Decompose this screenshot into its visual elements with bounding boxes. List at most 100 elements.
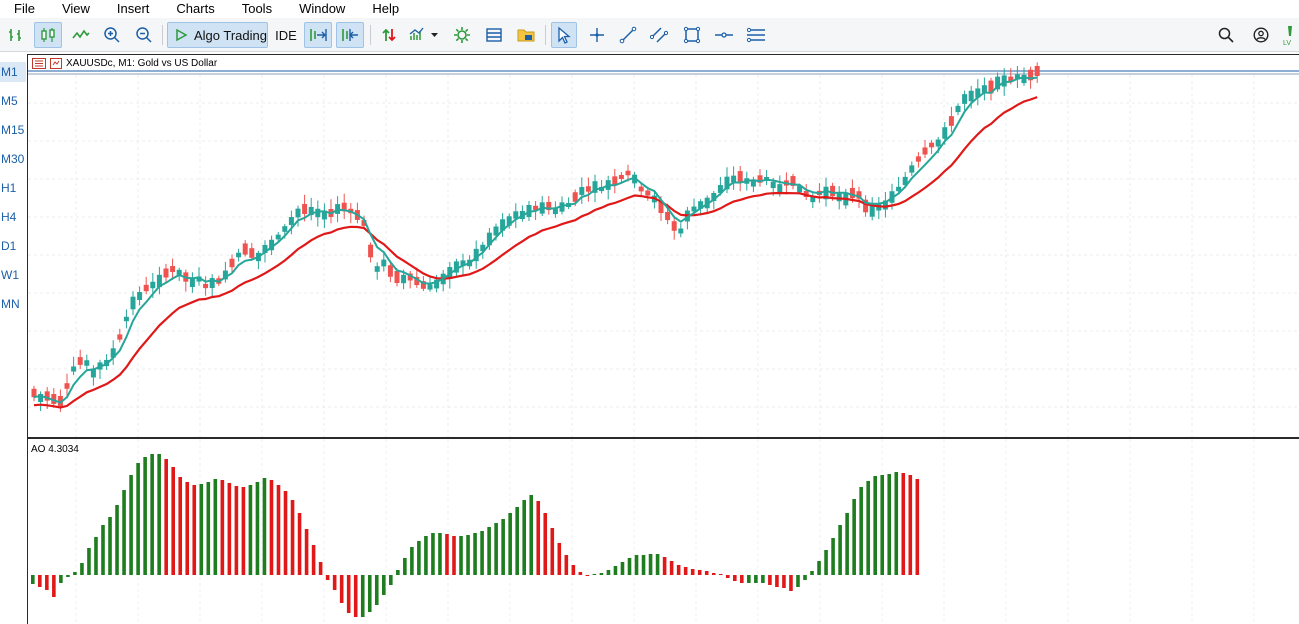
menu-tools[interactable]: Tools	[242, 0, 272, 18]
candle-body	[163, 268, 169, 278]
ao-histogram-bar	[550, 528, 555, 575]
ao-histogram-bar	[578, 572, 583, 575]
ao-histogram-bar	[192, 485, 197, 575]
candle-body	[427, 284, 433, 290]
ao-histogram-bar	[248, 485, 253, 575]
chart-window[interactable]: XAUUSDc, M1: Gold vs US Dollar AO 4.3034	[27, 54, 1299, 624]
ao-histogram-bar	[501, 519, 505, 575]
ao-histogram-bar	[641, 555, 646, 575]
timeframe-d1[interactable]: D1	[0, 236, 26, 256]
chart-shift-button[interactable]	[304, 22, 332, 48]
ao-histogram-bar	[199, 484, 204, 575]
ao-histogram-bar	[915, 479, 920, 575]
menu-insert[interactable]: Insert	[117, 0, 150, 18]
candle-body	[71, 366, 77, 372]
toolbar-separator	[370, 25, 371, 45]
candle-body	[948, 116, 954, 126]
ao-histogram-bar	[122, 490, 126, 575]
candle-body	[929, 142, 935, 148]
metatrader-window: File View Insert Charts Tools Window Hel…	[0, 0, 1299, 624]
ide-button[interactable]: IDE	[273, 22, 299, 48]
ao-histogram-bar	[704, 571, 709, 575]
cursor-tool-button[interactable]	[551, 22, 577, 48]
candle-body	[137, 292, 143, 300]
ao-histogram-bar	[45, 575, 49, 590]
menu-file[interactable]: File	[14, 0, 35, 18]
ao-histogram-bar	[648, 554, 653, 575]
candle-body	[572, 192, 578, 202]
candle-body	[77, 357, 83, 365]
trendline-tool-button[interactable]	[615, 22, 641, 48]
ao-histogram-bar	[768, 575, 772, 585]
ao-histogram-bar	[325, 575, 330, 580]
ao-histogram-bar	[824, 550, 828, 575]
algo-trading-button[interactable]: Algo Trading	[167, 22, 268, 48]
candle-body	[731, 175, 737, 183]
crosshair-tool-button[interactable]	[584, 22, 610, 48]
ao-histogram-bar	[87, 548, 91, 575]
ao-histogram-bar	[452, 536, 456, 575]
svg-text:LV: LV	[1283, 40, 1291, 46]
candle-body	[579, 187, 585, 195]
candle-body	[117, 334, 123, 340]
ao-histogram-bar	[262, 478, 267, 575]
timeframe-m15[interactable]: M15	[0, 120, 26, 140]
timeframe-m5[interactable]: M5	[0, 91, 26, 111]
channel-tool-button[interactable]	[646, 22, 672, 48]
ao-histogram-bar	[690, 569, 695, 575]
line-chart-button[interactable]	[68, 22, 94, 48]
ao-histogram-bar	[711, 573, 716, 575]
rectangle-tool-button[interactable]	[679, 22, 705, 48]
zoom-out-button[interactable]	[132, 22, 156, 48]
cursor-arrow-icon	[558, 26, 571, 44]
navigator-button[interactable]	[513, 22, 539, 48]
fast-moving-average-line	[33, 76, 1038, 404]
account-button[interactable]	[1249, 22, 1273, 48]
fibonacci-tool-button[interactable]	[743, 22, 769, 48]
ao-histogram-bar	[157, 454, 161, 575]
timeframe-mn[interactable]: MN	[0, 294, 26, 314]
search-button[interactable]	[1214, 22, 1238, 48]
bar-chart-button[interactable]	[4, 22, 28, 48]
timeframe-h1[interactable]: H1	[0, 178, 26, 198]
ao-histogram-bar	[150, 454, 154, 575]
chart-symbol-title: XAUUSDc, M1: Gold vs US Dollar	[66, 58, 218, 69]
candle-body	[288, 217, 294, 225]
candle-body	[585, 186, 591, 192]
live-trading-button[interactable]: LV	[1282, 22, 1299, 48]
ao-histogram-bar	[403, 558, 407, 575]
ao-histogram-bar	[606, 570, 611, 575]
ao-histogram-bar	[332, 575, 337, 590]
indicators-dropdown-button[interactable]	[406, 22, 442, 48]
ao-histogram-bar	[396, 570, 400, 575]
menu-window[interactable]: Window	[299, 0, 345, 18]
ao-indicator-canvas[interactable]	[28, 439, 1299, 624]
menu-view[interactable]: View	[62, 0, 90, 18]
ao-histogram-bar	[866, 481, 870, 575]
ao-histogram-bar	[592, 574, 597, 575]
ao-histogram-bar	[445, 534, 449, 575]
ao-histogram-bar	[115, 505, 119, 575]
one-click-trading-button[interactable]	[376, 22, 402, 48]
menu-help[interactable]: Help	[372, 0, 399, 18]
timeframe-m30[interactable]: M30	[0, 149, 26, 169]
menu-charts[interactable]: Charts	[176, 0, 214, 18]
strategy-tester-button[interactable]	[449, 22, 475, 48]
timeframe-w1[interactable]: W1	[0, 265, 26, 285]
candle-body	[394, 270, 400, 284]
candle-body	[387, 265, 393, 277]
timeframe-h4[interactable]: H4	[0, 207, 26, 227]
ao-histogram-bar	[754, 575, 758, 583]
zoom-in-button[interactable]	[100, 22, 124, 48]
timeframe-m1[interactable]: M1	[0, 62, 26, 82]
auto-scroll-button[interactable]	[336, 22, 364, 48]
candlestick-chart-button[interactable]	[34, 22, 62, 48]
horizontal-line-tool-button[interactable]	[711, 22, 737, 48]
price-chart-canvas[interactable]	[28, 55, 1299, 437]
candle-body	[381, 259, 387, 267]
candle-body	[830, 185, 836, 197]
ao-histogram-bar	[220, 480, 225, 575]
market-watch-button[interactable]	[481, 22, 507, 48]
ao-histogram-bar	[718, 574, 723, 575]
ao-histogram-bar	[494, 523, 498, 575]
